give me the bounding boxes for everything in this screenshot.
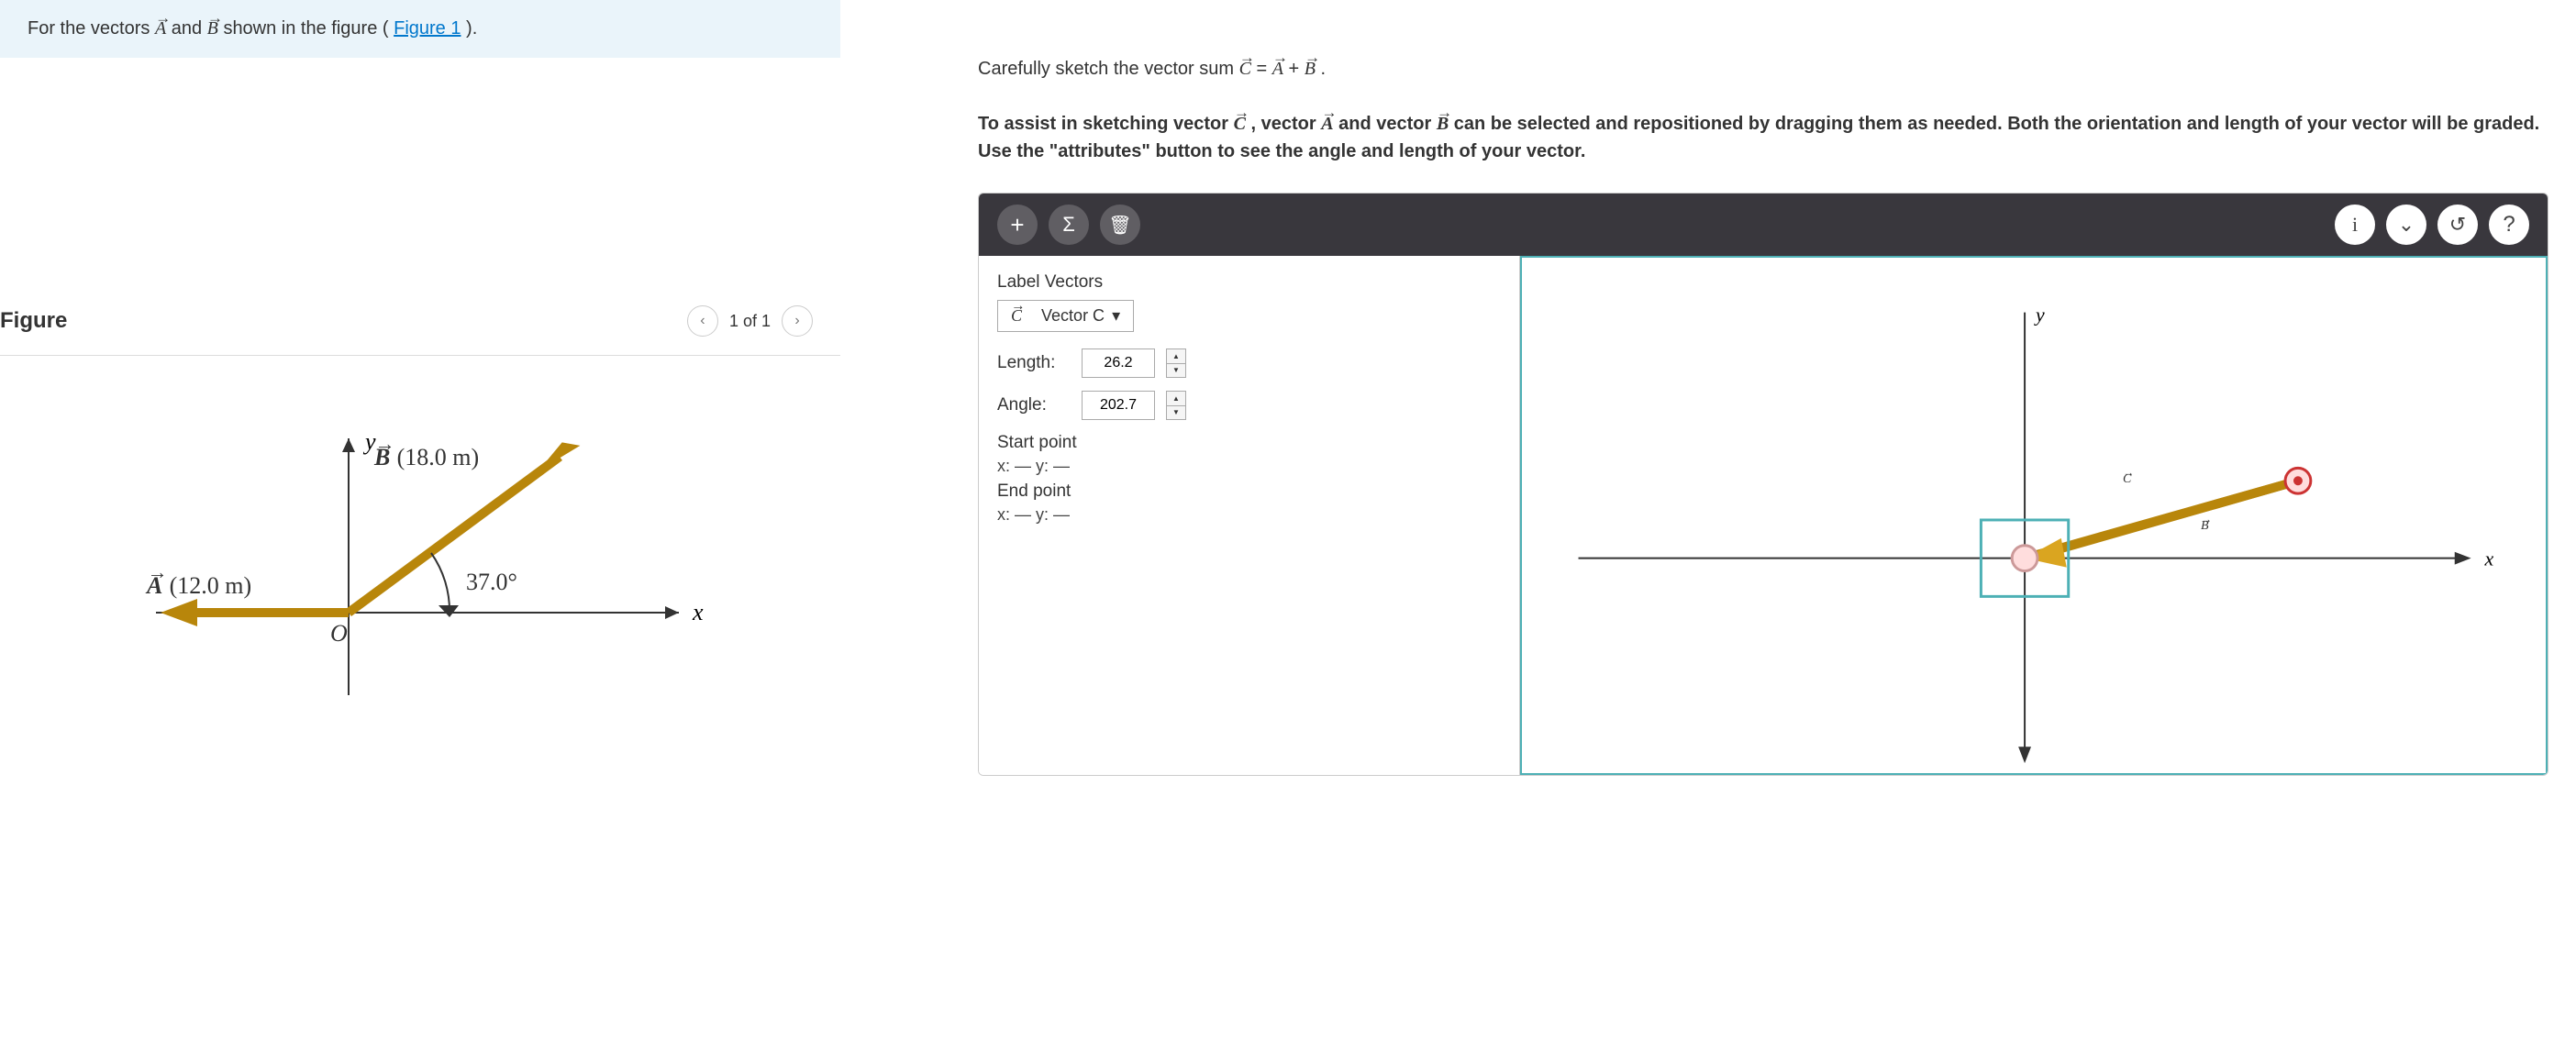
figure-diagram: x y B (18.0 m) A (12.0 m) 37.0° O <box>110 393 807 723</box>
canvas-vector-c-label: C <box>2123 472 2131 487</box>
length-label: Length: <box>997 353 1071 373</box>
canvas-vector-b-label: B <box>2201 519 2209 534</box>
attributes-panel: Label Vectors C Vector C ▾ Length: ▲▼ An… <box>979 256 1520 775</box>
caret-down-icon: ▾ <box>1112 306 1120 326</box>
help-icon: ? <box>2503 212 2515 238</box>
sigma-icon: Σ <box>1062 213 1075 237</box>
delete-button[interactable]: 🗑 <box>1100 205 1140 245</box>
vector-a-symbol: A <box>155 18 166 39</box>
length-down[interactable]: ▼ <box>1167 364 1185 378</box>
problem-statement: For the vectors A and B shown in the fig… <box>0 0 840 58</box>
end-point-coords: x: — y: — <box>997 505 1501 525</box>
figure-pager: ‹ 1 of 1 › <box>687 305 813 337</box>
svg-text:y: y <box>2034 304 2045 326</box>
figure-angle: 37.0° <box>466 569 517 596</box>
prompt-text: For the vectors <box>28 18 155 39</box>
svg-text:x: x <box>2484 548 2494 570</box>
figure-page-count: 1 of 1 <box>729 312 771 331</box>
figure-origin: O <box>330 620 348 647</box>
figure-prev-button[interactable]: ‹ <box>687 305 718 337</box>
length-input[interactable] <box>1082 348 1155 378</box>
start-point-coords: x: — y: — <box>997 457 1501 476</box>
vector-c-name: Vector C <box>1041 306 1105 326</box>
vector-b-symbol: B <box>207 18 218 39</box>
length-spinner[interactable]: ▲▼ <box>1166 348 1186 378</box>
angle-label: Angle: <box>997 395 1071 415</box>
end-point-heading: End point <box>997 481 1501 502</box>
add-vector-button[interactable]: + <box>997 205 1038 245</box>
figure-title: Figure <box>0 308 67 334</box>
angle-down[interactable]: ▼ <box>1167 406 1185 420</box>
sketch-toolbar: + Σ 🗑 i ⌄ ↺ ? <box>979 194 2548 256</box>
reset-icon: ↺ <box>2449 213 2466 237</box>
start-point-heading: Start point <box>997 433 1501 453</box>
instruction-block: Carefully sketch the vector sum C = A + … <box>978 55 2548 165</box>
angle-up[interactable]: ▲ <box>1167 392 1185 406</box>
figure-vector-b-label: B <box>374 444 390 471</box>
vector-canvas[interactable]: x y B C <box>1520 256 2548 775</box>
figure-link[interactable]: Figure 1 <box>394 18 461 39</box>
divider <box>0 355 840 356</box>
vector-selector-dropdown[interactable]: C Vector C ▾ <box>997 300 1134 332</box>
figure-vector-a-label: A <box>147 572 162 600</box>
trash-icon: 🗑 <box>1108 214 1131 237</box>
reset-button[interactable]: ↺ <box>2437 205 2478 245</box>
angle-input[interactable] <box>1082 391 1155 420</box>
sigma-button[interactable]: Σ <box>1049 205 1089 245</box>
label-vectors-heading: Label Vectors <box>997 272 1501 293</box>
info-icon: i <box>2352 213 2358 237</box>
help-button[interactable]: ? <box>2489 205 2529 245</box>
svg-text:x: x <box>692 599 704 625</box>
vector-c-symbol: C <box>1011 306 1022 326</box>
chevron-down-icon: ⌄ <box>2398 213 2415 237</box>
sketch-widget: + Σ 🗑 i ⌄ ↺ ? Label Vectors C Vector C <box>978 193 2548 776</box>
info-button[interactable]: i <box>2335 205 2375 245</box>
figure-vector-b-mag: (18.0 m) <box>397 444 480 470</box>
plus-icon: + <box>1010 211 1024 239</box>
collapse-button[interactable]: ⌄ <box>2386 205 2426 245</box>
length-up[interactable]: ▲ <box>1167 349 1185 364</box>
figure-next-button[interactable]: › <box>782 305 813 337</box>
figure-vector-a-mag: (12.0 m) <box>170 572 252 599</box>
angle-spinner[interactable]: ▲▼ <box>1166 391 1186 420</box>
